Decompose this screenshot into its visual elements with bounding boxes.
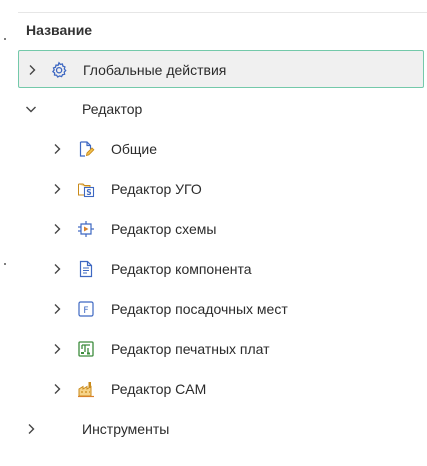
chevron-right-icon[interactable] (51, 223, 63, 235)
column-header-name[interactable]: Название (26, 22, 92, 38)
chevron-right-icon[interactable] (26, 64, 38, 76)
svg-text:S: S (86, 188, 91, 197)
tree-item-label: Редактор схемы (111, 221, 217, 237)
chevron-right-icon[interactable] (51, 303, 63, 315)
tree-item-label: Редактор CAM (111, 381, 207, 397)
tree-item-schematic-editor[interactable]: Редактор схемы (18, 210, 424, 248)
margin-dot (4, 38, 6, 40)
tree-item-general[interactable]: Общие (18, 130, 424, 168)
chevron-right-icon[interactable] (51, 343, 63, 355)
tree-item-pcb-editor[interactable]: Редактор печатных плат (18, 330, 424, 368)
header-divider (18, 12, 427, 13)
tree-item-label: Редактор посадочных мест (111, 301, 288, 317)
tree-item-label: Редактор печатных плат (111, 341, 270, 357)
tree-item-label: Инструменты (82, 421, 170, 437)
tree-item-cam-editor[interactable]: Редактор CAM (18, 370, 424, 408)
tree-item-label: Редактор УГО (111, 181, 202, 197)
svg-text:F: F (83, 306, 88, 316)
schematic-icon (77, 220, 95, 238)
tree-item-symbol-editor[interactable]: S Редактор УГО (18, 170, 424, 208)
tree-item-global-actions[interactable]: Глобальные действия (18, 50, 424, 88)
chevron-right-icon[interactable] (51, 383, 63, 395)
component-document-icon (77, 260, 95, 278)
chevron-right-icon[interactable] (51, 263, 63, 275)
chevron-right-icon[interactable] (25, 423, 37, 435)
tree-item-label: Общие (111, 141, 158, 157)
tree-item-label: Глобальные действия (83, 62, 227, 78)
tree-item-label: Редактор (82, 101, 143, 117)
symbol-folder-icon: S (77, 180, 95, 198)
tree-item-footprint-editor[interactable]: F Редактор посадочных мест (18, 290, 424, 328)
tree-item-component-editor[interactable]: Редактор компонента (18, 250, 424, 288)
pcb-board-icon (77, 340, 95, 358)
gear-icon (50, 61, 68, 79)
tree-item-tools[interactable]: Инструменты (18, 410, 424, 448)
margin-dot (4, 263, 6, 265)
chevron-right-icon[interactable] (51, 183, 63, 195)
tree-item-editor[interactable]: Редактор (18, 90, 424, 128)
footprint-icon: F (77, 300, 95, 318)
chevron-down-icon[interactable] (25, 103, 37, 115)
tree-item-label: Редактор компонента (111, 261, 252, 277)
chevron-right-icon[interactable] (51, 143, 63, 155)
cam-factory-icon (77, 380, 95, 398)
document-pencil-icon (77, 140, 95, 158)
